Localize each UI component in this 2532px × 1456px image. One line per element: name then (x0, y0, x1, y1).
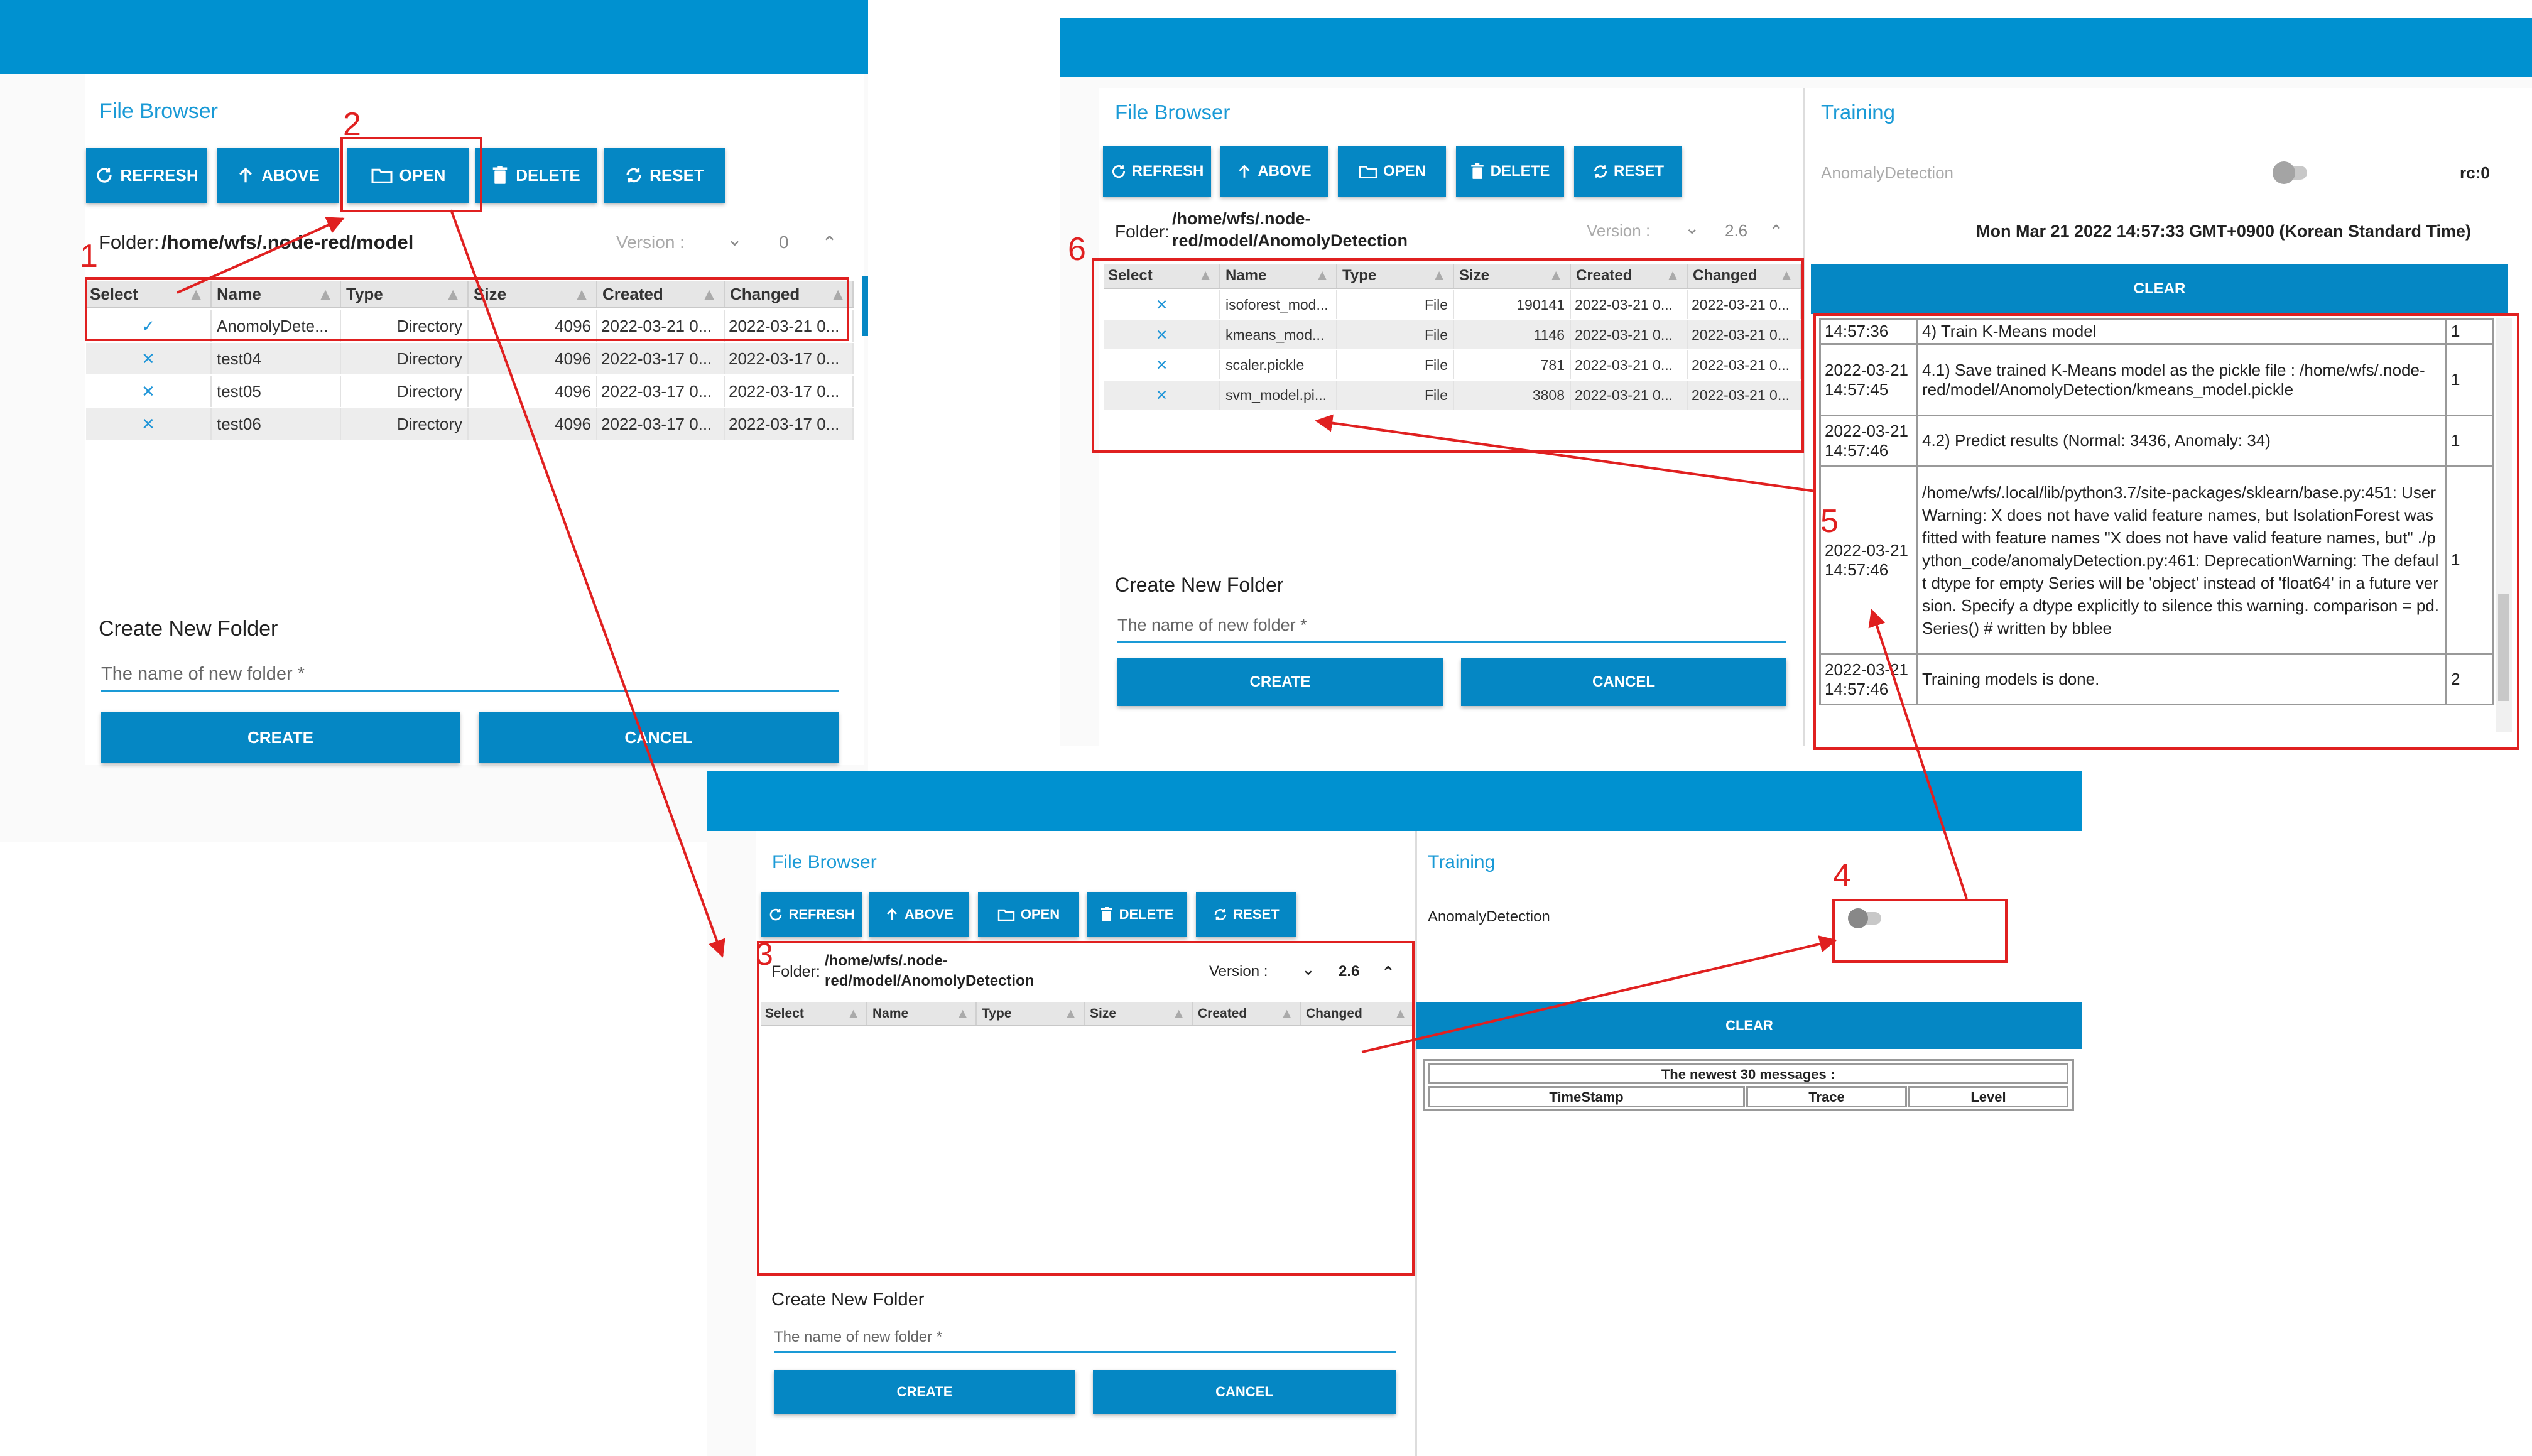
arrow-3-to-4 (1361, 935, 1837, 1053)
arrow-4-to-5 (1868, 609, 1968, 899)
annotation-arrows (177, 209, 1968, 1053)
arrow-1-to-2 (177, 217, 345, 294)
arrow-2-to-3 (450, 209, 725, 958)
arrow-5-to-6 (1315, 414, 1816, 492)
